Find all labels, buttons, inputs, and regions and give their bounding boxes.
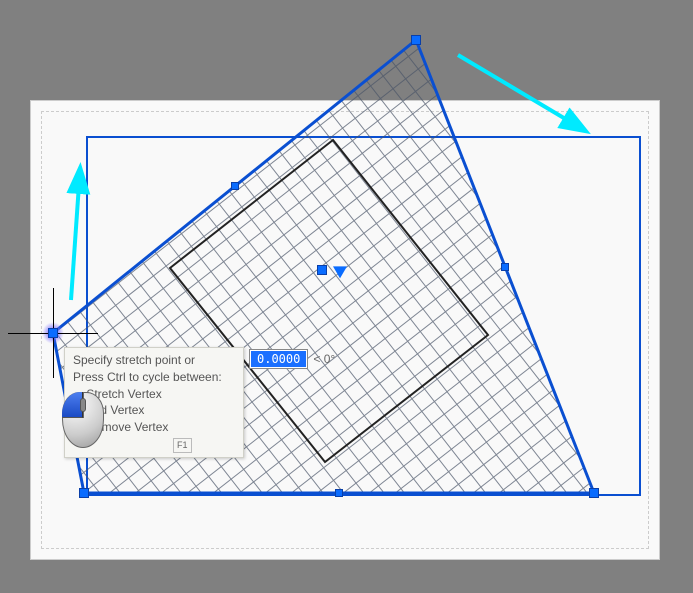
- distance-value[interactable]: 0.0000: [250, 350, 307, 368]
- vertex-grip-1[interactable]: [411, 35, 421, 45]
- edge-mid-grip-2[interactable]: [335, 489, 343, 497]
- vertex-grip-0[interactable]: [48, 328, 58, 338]
- drawing-paper: [30, 100, 660, 560]
- move-grip[interactable]: [317, 265, 327, 275]
- angle-label: < 0°: [313, 352, 335, 366]
- dynamic-distance-input[interactable]: 0.0000 < 0°: [250, 350, 335, 368]
- tooltip-line-2: Press Ctrl to cycle between:: [73, 369, 235, 386]
- vertex-grip-2[interactable]: [589, 488, 599, 498]
- tooltip-line-1: Specify stretch point or: [73, 352, 235, 369]
- left-click-icon: [62, 392, 104, 448]
- edge-mid-grip-0[interactable]: [231, 182, 239, 190]
- grip-menu-chevron-icon[interactable]: [333, 266, 347, 278]
- vertex-grip-3[interactable]: [79, 488, 89, 498]
- help-key-hint: F1: [173, 438, 192, 453]
- edge-mid-grip-1[interactable]: [501, 263, 509, 271]
